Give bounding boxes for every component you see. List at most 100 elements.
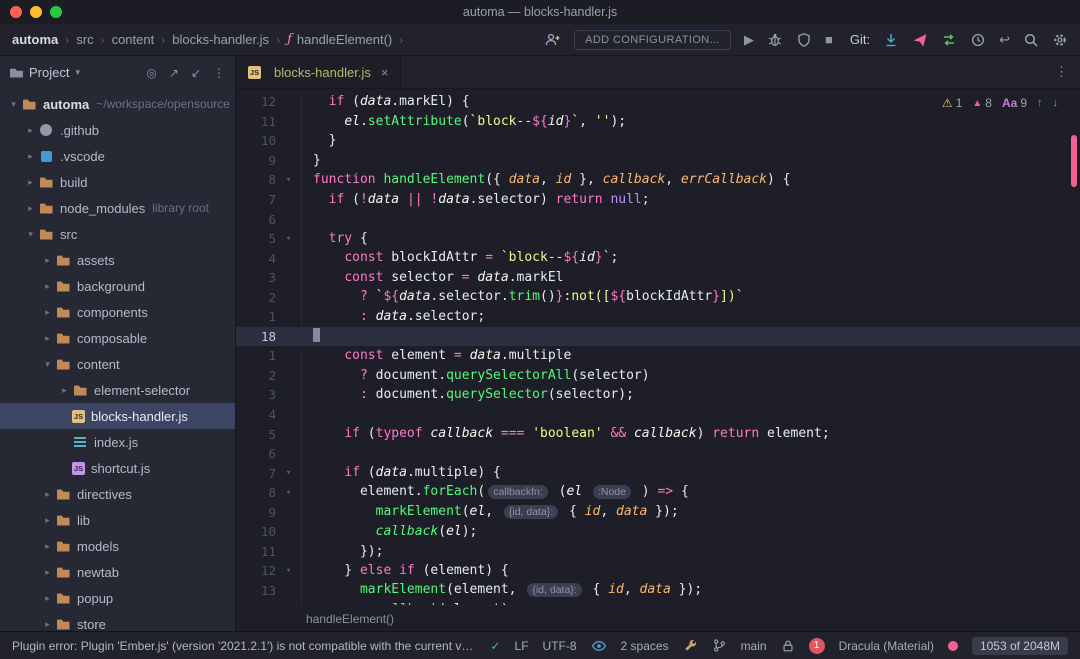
memory-indicator[interactable]: 1053 of 2048M — [971, 636, 1068, 655]
line-number[interactable]: 10 — [236, 133, 276, 148]
editor-scrollbar[interactable] — [1068, 89, 1080, 605]
tree-item-background[interactable]: ▸ background — [0, 273, 235, 299]
code-line[interactable]: 8 ▾ function handleElement({ data, id }, c… — [236, 170, 1080, 190]
reader-mode-eye-icon[interactable] — [591, 638, 607, 654]
code-line[interactable]: 3 const selector = data.markEl — [236, 267, 1080, 288]
status-message[interactable]: Plugin error: Plugin 'Ember.js' (version… — [12, 639, 476, 653]
code-line[interactable]: 7 ▾ if (data.multiple) { — [236, 463, 1080, 483]
code-line[interactable]: 12 ▾ } else if (element) { — [236, 561, 1080, 581]
code-line[interactable]: 8 ▾ element.forEach(callbackfn: (el :Node… — [236, 482, 1080, 503]
chevron-collapsed-icon[interactable]: ▸ — [40, 567, 55, 578]
code-line[interactable]: 7 if (!data || !data.selector) return nu… — [236, 189, 1080, 210]
tree-item-models[interactable]: ▸ models — [0, 533, 235, 559]
tree-item-index.js[interactable]: index.js — [0, 429, 235, 455]
code-line[interactable]: 4 — [236, 404, 1080, 425]
project-panel-title[interactable]: Project — [29, 65, 69, 80]
encoding-indicator[interactable]: UTF-8 — [543, 639, 577, 653]
tree-item-content[interactable]: ▾ content — [0, 351, 235, 377]
minimize-window-button[interactable] — [30, 6, 42, 18]
code-line[interactable]: 1 const element = data.multiple — [236, 346, 1080, 366]
git-branch-icon[interactable] — [712, 638, 727, 653]
code-line[interactable]: 5 if (typeof callback === 'boolean' && c… — [236, 424, 1080, 444]
line-number[interactable]: 6 — [236, 212, 276, 227]
line-number[interactable]: 3 — [236, 270, 276, 285]
chevron-collapsed-icon[interactable]: ▸ — [40, 619, 55, 630]
tree-item-element-selector[interactable]: ▸ element-selector — [0, 377, 235, 403]
line-number[interactable]: 2 — [236, 368, 276, 383]
tree-item-directives[interactable]: ▸ directives — [0, 481, 235, 507]
tree-item-automa[interactable]: ▾ automa ~/workspace/opensource — [0, 91, 235, 117]
lock-icon[interactable] — [781, 639, 795, 653]
wrench-icon[interactable] — [683, 638, 698, 653]
tree-item-composable[interactable]: ▸ composable — [0, 325, 235, 351]
debug-icon[interactable] — [767, 32, 783, 48]
code-line[interactable]: 1 : data.selector; — [236, 307, 1080, 327]
tree-item-src[interactable]: ▾ src — [0, 221, 235, 247]
search-icon[interactable] — [1023, 32, 1039, 48]
code-line[interactable]: 4 const blockIdAttr = `block--${id}`; — [236, 248, 1080, 268]
chevron-expanded-icon[interactable]: ▾ — [40, 359, 55, 370]
tree-item-.vscode[interactable]: ▸ .vscode — [0, 143, 235, 169]
chevron-collapsed-icon[interactable]: ▸ — [40, 255, 55, 266]
line-number[interactable]: 10 — [236, 524, 276, 539]
code-line[interactable]: 3 : document.querySelector(selector); — [236, 385, 1080, 405]
run-icon[interactable]: ▶ — [744, 32, 754, 48]
tree-item-shortcut.js[interactable]: JS shortcut.js — [0, 455, 235, 481]
code-editor[interactable]: 12 if (data.markEl) {11 el.setAttribute(… — [236, 89, 1080, 605]
line-number[interactable]: 14 — [236, 602, 276, 605]
line-number[interactable]: 4 — [236, 251, 276, 266]
code-line[interactable]: 6 — [236, 209, 1080, 229]
tree-item-newtab[interactable]: ▸ newtab — [0, 559, 235, 585]
zoom-window-button[interactable] — [50, 6, 62, 18]
tree-item-assets[interactable]: ▸ assets — [0, 247, 235, 273]
code-line[interactable]: 10 callback(el); — [236, 522, 1080, 542]
breadcrumb-file[interactable]: blocks-handler.js — [172, 32, 269, 47]
line-number[interactable]: 18 — [236, 329, 276, 344]
line-ending-indicator[interactable]: LF — [515, 639, 529, 653]
line-number[interactable]: 12 — [236, 94, 276, 109]
breadcrumb-src[interactable]: src — [76, 32, 93, 47]
fold-arrow-icon[interactable]: ▾ — [276, 561, 302, 581]
code-line[interactable]: 11 }); — [236, 541, 1080, 562]
collapse-all-icon[interactable]: ↙ — [191, 66, 201, 80]
push-icon[interactable] — [912, 32, 928, 48]
chevron-expanded-icon[interactable]: ▾ — [23, 229, 38, 240]
chevron-collapsed-icon[interactable]: ▸ — [40, 593, 55, 604]
chevron-collapsed-icon[interactable]: ▸ — [57, 385, 72, 396]
notification-badge[interactable]: 1 — [808, 637, 825, 654]
code-line[interactable]: 2 ? `${data.selector.trim()}:not([${bloc… — [236, 287, 1080, 308]
tab-options-icon[interactable]: ⋮ — [1043, 64, 1080, 80]
stop-icon[interactable]: ■ — [825, 32, 833, 48]
tree-item-popup[interactable]: ▸ popup — [0, 585, 235, 611]
coverage-icon[interactable] — [796, 32, 812, 48]
close-window-button[interactable] — [10, 6, 22, 18]
code-line[interactable]: 10 } — [236, 131, 1080, 151]
update-project-icon[interactable] — [883, 32, 899, 48]
code-line[interactable]: 6 — [236, 443, 1080, 464]
line-number[interactable]: 6 — [236, 446, 276, 461]
tree-item-build[interactable]: ▸ build — [0, 169, 235, 195]
theme-indicator[interactable]: Dracula (Material) — [839, 639, 934, 653]
chevron-collapsed-icon[interactable]: ▸ — [40, 307, 55, 318]
line-number[interactable]: 11 — [236, 544, 276, 559]
tree-item-.github[interactable]: ▸ .github — [0, 117, 235, 143]
chevron-collapsed-icon[interactable]: ▸ — [23, 177, 38, 188]
chevron-collapsed-icon[interactable]: ▸ — [40, 489, 55, 500]
line-number[interactable]: 11 — [236, 114, 276, 129]
close-tab-icon[interactable]: × — [381, 65, 389, 80]
tree-item-store[interactable]: ▸ store — [0, 611, 235, 632]
tree-item-lib[interactable]: ▸ lib — [0, 507, 235, 533]
line-number[interactable]: 12 — [236, 563, 276, 578]
accent-dot-icon[interactable] — [947, 640, 958, 651]
line-number[interactable]: 7 — [236, 192, 276, 207]
line-number[interactable]: 1 — [236, 348, 276, 363]
chevron-collapsed-icon[interactable]: ▸ — [40, 333, 55, 344]
code-line[interactable]: 14 callback(element); — [236, 600, 1080, 605]
previous-problem-icon[interactable]: ↑ — [1037, 97, 1043, 109]
chevron-collapsed-icon[interactable]: ▸ — [40, 515, 55, 526]
code-line[interactable]: 13 markElement(element, {id, data}: { id… — [236, 580, 1080, 601]
chevron-expanded-icon[interactable]: ▾ — [6, 99, 21, 110]
line-number[interactable]: 8 — [236, 172, 276, 187]
line-number[interactable]: 9 — [236, 505, 276, 520]
code-line[interactable]: 5 ▾ try { — [236, 228, 1080, 249]
